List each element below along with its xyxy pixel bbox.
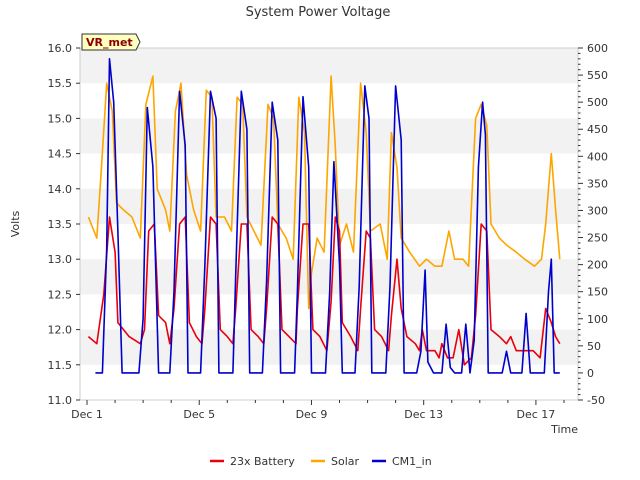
y-tick-label: 15.5 (48, 77, 73, 90)
x-tick-label: Dec 5 (183, 408, 215, 421)
grid-band (80, 48, 578, 84)
y2-tick-label: 300 (587, 204, 608, 217)
x-tick-label: Dec 13 (404, 408, 443, 421)
y-axis-label: Volts (9, 210, 22, 237)
y-tick-label: 13.5 (48, 218, 73, 231)
y-tick-label: 12.5 (48, 288, 73, 301)
y2-tick-label: 250 (587, 232, 608, 245)
y-tick-label: 11.0 (48, 394, 73, 407)
y2-tick-label: 50 (587, 340, 601, 353)
x-tick-label: Dec 17 (517, 408, 556, 421)
y-tick-label: 14.5 (48, 148, 73, 161)
y-tick-label: 15.0 (48, 112, 73, 125)
y2-tick-label: 600 (587, 42, 608, 55)
x-tick-label: Dec 1 (71, 408, 103, 421)
badge-label: VR_met (86, 36, 133, 49)
badge: VR_met (81, 33, 141, 51)
y2-tick-label: 500 (587, 96, 608, 109)
y2-tick-label: 450 (587, 123, 608, 136)
y-tick-label: 11.5 (48, 359, 73, 372)
y2-tick-label: 200 (587, 259, 608, 272)
chart-title: System Power Voltage (246, 5, 391, 20)
y-tick-label: 12.0 (48, 324, 73, 337)
legend-label: Solar (331, 455, 360, 468)
y2-tick-label: 550 (587, 69, 608, 82)
x-axis-label: Time (550, 423, 578, 436)
y-tick-label: 13.0 (48, 253, 73, 266)
chart: System Power Voltage 11.0 11.5 12.0 12.5 13.… (0, 0, 640, 480)
y-tick-label: 14.0 (48, 183, 73, 196)
y2-tick-label: 100 (587, 313, 608, 326)
y2-tick-label: 400 (587, 150, 608, 163)
y-tick-label: 16.0 (48, 42, 73, 55)
legend-label: CM1_in (392, 455, 432, 468)
x-tick-label: Dec 9 (296, 408, 328, 421)
y2-tick-label: 150 (587, 286, 608, 299)
y2-tick-label: 350 (587, 177, 608, 190)
y2-tick-label: -50 (587, 394, 605, 407)
legend-label: 23x Battery (230, 455, 295, 468)
y2-tick-label: 0 (587, 367, 594, 380)
